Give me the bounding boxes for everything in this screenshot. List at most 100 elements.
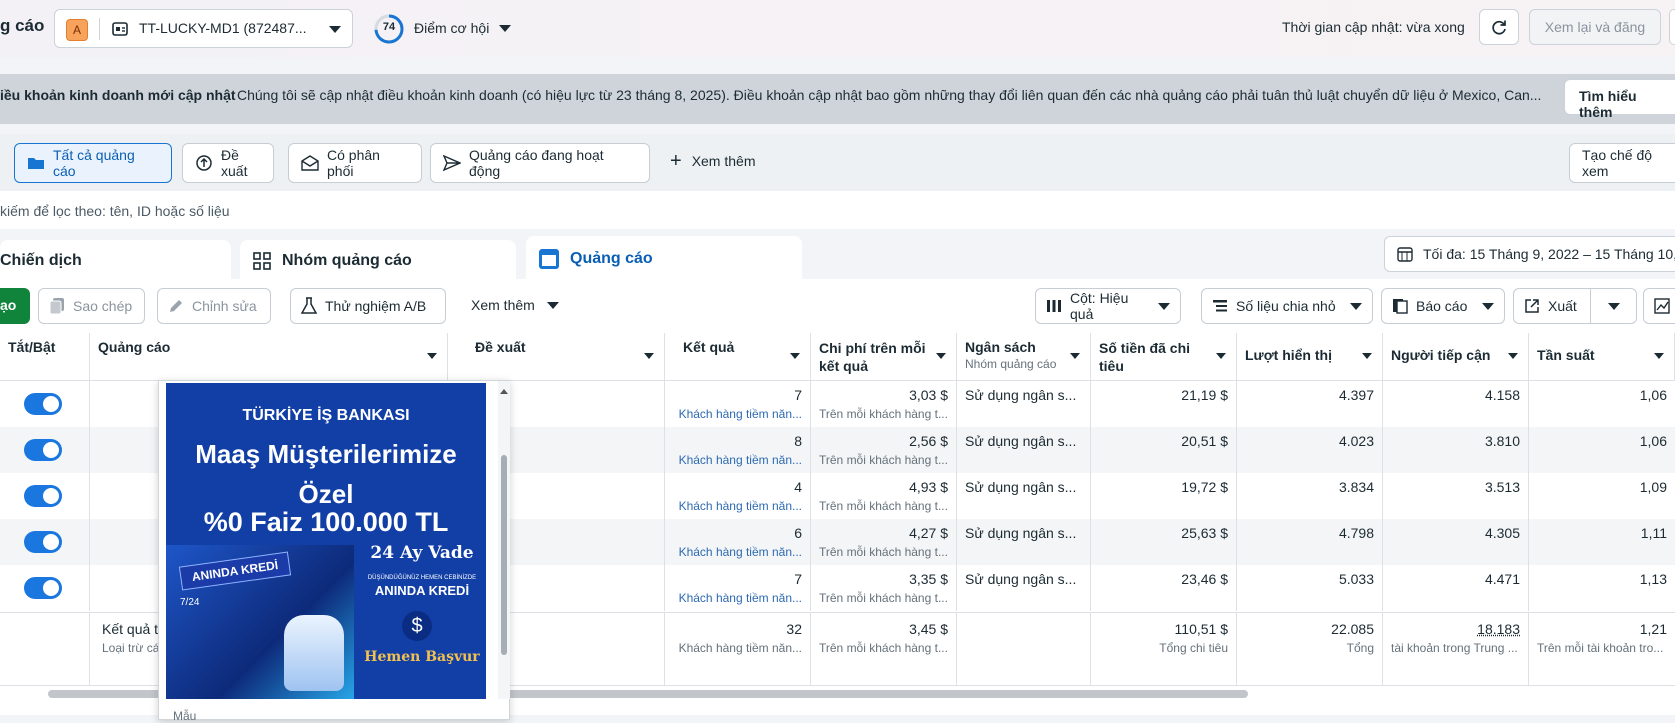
- totals-cpr-cell: 3,45 $ Trên mỗi khách hàng t...: [811, 613, 957, 685]
- filter-delivering[interactable]: Có phân phối: [288, 143, 422, 183]
- duplicate-button[interactable]: Sao chép: [38, 288, 145, 324]
- export-button[interactable]: Xuất: [1513, 288, 1637, 324]
- filter-recommendations[interactable]: Đề xuất: [182, 143, 274, 183]
- filter-delivering-label: Có phân phối: [327, 147, 380, 179]
- popup-scrollbar[interactable]: [498, 381, 510, 699]
- learn-more-button[interactable]: Tìm hiểu thêm: [1564, 79, 1675, 120]
- chevron-down-icon: [546, 301, 559, 309]
- create-view-button[interactable]: Tạo chế độ xem: [1569, 143, 1675, 183]
- tab-campaigns[interactable]: Chiến dịch: [0, 240, 231, 282]
- toggle-cell: [0, 381, 90, 427]
- column-header-toggle[interactable]: Tắt/Bật: [0, 333, 90, 381]
- column-header-results-label: Kết quả: [683, 339, 735, 355]
- chart-button[interactable]: [1643, 288, 1675, 324]
- reports-button[interactable]: Báo cáo: [1381, 288, 1505, 324]
- column-header-frequency[interactable]: Tần suất: [1529, 333, 1675, 381]
- opportunity-score-gauge[interactable]: 74: [373, 13, 405, 45]
- filter-see-more-label: Xem thêm: [691, 153, 756, 169]
- spent-cell: 25,63 $: [1091, 519, 1237, 565]
- column-header-amount-spent[interactable]: Số tiền đã chi tiêu: [1091, 333, 1237, 381]
- totals-reach-sub: tài khoản trong Trung ...: [1391, 641, 1518, 655]
- create-button[interactable]: ạo: [0, 288, 30, 324]
- results-sub[interactable]: Khách hàng tiềm năn...: [673, 407, 802, 421]
- ad-toggle[interactable]: [24, 439, 62, 461]
- tab-ads[interactable]: Quảng cáo: [526, 236, 802, 282]
- column-header-budget[interactable]: Ngân sách Nhóm quảng cáo: [957, 333, 1091, 381]
- results-sub[interactable]: Khách hàng tiềm năn...: [673, 591, 802, 605]
- column-header-recommendations-label: Đề xuất: [475, 339, 526, 355]
- frequency-cell: 1,06: [1529, 381, 1675, 427]
- totals-cpr: 3,45 $: [909, 621, 948, 637]
- frequency-cell: 1,11: [1529, 519, 1675, 565]
- spent-cell: 20,51 $: [1091, 427, 1237, 473]
- results-sub[interactable]: Khách hàng tiềm năn...: [673, 545, 802, 559]
- export-dropdown[interactable]: [1590, 289, 1636, 323]
- filter-see-more[interactable]: + Xem thêm: [670, 150, 756, 172]
- tab-campaigns-label: Chiến dịch: [0, 252, 82, 269]
- ad-toggle[interactable]: [24, 531, 62, 553]
- tab-adsets[interactable]: Nhóm quảng cáo: [240, 240, 516, 282]
- spent-value: 23,46 $: [1181, 571, 1228, 587]
- column-header-cost-per-result[interactable]: Chi phí trên mỗi kết quả: [811, 333, 957, 381]
- ab-test-button[interactable]: Thử nghiệm A/B: [290, 288, 446, 324]
- ad-toggle[interactable]: [24, 577, 62, 599]
- cpr-sub: Trên mỗi khách hàng t...: [819, 545, 948, 559]
- totals-cpr-sub: Trên mỗi khách hàng t...: [819, 641, 948, 655]
- spent-value: 19,72 $: [1181, 479, 1228, 495]
- search-input[interactable]: kiếm để lọc theo: tên, ID hoặc số liệu: [0, 191, 1675, 229]
- column-header-impressions-label: Lượt hiển thị: [1245, 347, 1332, 363]
- impressions-value: 4.023: [1338, 433, 1374, 449]
- totals-toggle-cell: [0, 613, 90, 685]
- bank-logo-icon: $: [402, 611, 432, 641]
- tab-adsets-label: Nhóm quảng cáo: [282, 252, 412, 269]
- results-sub[interactable]: Khách hàng tiềm năn...: [673, 499, 802, 513]
- filter-all-ads[interactable]: Tất cả quảng cáo: [14, 143, 172, 183]
- chevron-down-icon: [1158, 302, 1170, 310]
- refresh-button[interactable]: [1479, 9, 1519, 45]
- calendar-icon: [1397, 246, 1413, 262]
- column-header-results[interactable]: Kết quả: [665, 333, 811, 381]
- ad-toggle[interactable]: [24, 393, 62, 415]
- column-header-ad[interactable]: Quảng cáo: [90, 333, 448, 381]
- filter-active-ads[interactable]: Quảng cáo đang hoạt động: [430, 143, 650, 183]
- breakdown-button[interactable]: Số liệu chia nhỏ: [1201, 288, 1373, 324]
- results-cell: 6 Khách hàng tiềm năn...: [665, 519, 811, 565]
- totals-budget-cell: [957, 613, 1091, 685]
- reach-value: 4.158: [1484, 387, 1520, 403]
- impressions-value: 5.033: [1338, 571, 1374, 587]
- more-button[interactable]: [1669, 9, 1675, 45]
- frequency-value: 1,09: [1639, 479, 1667, 495]
- column-header-reach-label: Người tiếp cận: [1391, 347, 1491, 363]
- columns-button[interactable]: Cột: Hiệu quả: [1035, 288, 1181, 324]
- chevron-down-icon[interactable]: [499, 25, 511, 32]
- ad-toggle[interactable]: [24, 485, 62, 507]
- ad-preview-footer-label: Mẫu: [173, 709, 197, 723]
- column-header-reach[interactable]: Người tiếp cận: [1383, 333, 1529, 381]
- ad-small-text: DÜŞÜNDÜĞÜNÜZ HEMEN CEBİNİZDE: [367, 575, 477, 581]
- review-publish-button[interactable]: Xem lại và đăng: [1529, 9, 1661, 45]
- date-range-label: Tối đa: 15 Tháng 9, 2022 – 15 Tháng 10, …: [1423, 246, 1675, 262]
- totals-frequency-cell: 1,21 Trên mỗi tài khoản tro...: [1529, 613, 1675, 685]
- account-selector[interactable]: A TT-LUCKY-MD1 (872487...: [54, 9, 353, 48]
- popup-scroll-thumb[interactable]: [501, 455, 507, 655]
- opportunity-label[interactable]: Điểm cơ hội: [414, 20, 489, 36]
- plus-icon: +: [670, 150, 682, 172]
- frequency-cell: 1,06: [1529, 427, 1675, 473]
- totals-reach[interactable]: 18.183: [1391, 621, 1520, 637]
- column-header-recommendations[interactable]: Đề xuất: [465, 333, 665, 381]
- scroll-up-icon[interactable]: [500, 389, 508, 394]
- column-header-impressions[interactable]: Lượt hiển thị: [1237, 333, 1383, 381]
- chevron-down-icon: [1508, 353, 1518, 359]
- cpr-sub: Trên mỗi khách hàng t...: [819, 407, 948, 421]
- page-title: g cáo: [0, 16, 45, 35]
- edit-button[interactable]: Chỉnh sửa: [157, 288, 271, 324]
- ad-icon: [538, 248, 560, 270]
- date-range-picker[interactable]: Tối đa: 15 Tháng 9, 2022 – 15 Tháng 10, …: [1384, 236, 1675, 272]
- budget-value: Sử dụng ngân s...: [965, 479, 1077, 495]
- more-actions-button[interactable]: Xem thêm: [471, 297, 559, 313]
- ab-test-label: Thử nghiệm A/B: [325, 298, 427, 314]
- budget-value: Sử dụng ngân s...: [965, 571, 1077, 587]
- grid-icon: [252, 251, 272, 271]
- results-sub[interactable]: Khách hàng tiềm năn...: [673, 453, 802, 467]
- filter-all-ads-label: Tất cả quảng cáo: [53, 147, 135, 179]
